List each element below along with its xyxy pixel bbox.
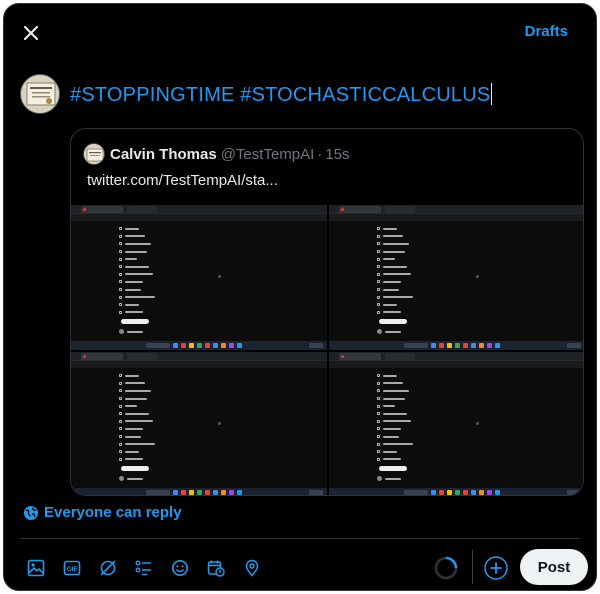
add-post-button[interactable] (482, 554, 510, 582)
quoted-post-text: twitter.com/TestTempAI/sta... (87, 172, 278, 189)
grok-button[interactable] (90, 554, 126, 582)
media-thumbnail[interactable] (329, 352, 583, 495)
quoted-media-grid (71, 205, 583, 495)
plus-icon (484, 556, 508, 580)
reply-setting-label: Everyone can reply (44, 504, 182, 521)
quoted-post[interactable]: Calvin Thomas @TestTempAI · 15s twitter.… (70, 128, 584, 496)
compose-text-value: #STOPPINGTIME #STOCHASTICCALCULUS (70, 84, 491, 106)
location-icon (245, 559, 259, 577)
media-thumbnail[interactable] (329, 205, 583, 350)
svg-text:GIF: GIF (67, 566, 78, 573)
character-count-progress (432, 554, 460, 582)
emoji-button[interactable] (162, 554, 198, 582)
text-caret (491, 83, 493, 105)
gif-icon: GIF (63, 560, 81, 576)
quoted-author-handle: @TestTempAI (220, 145, 315, 163)
poll-icon (135, 560, 151, 576)
media-thumbnail[interactable] (71, 352, 327, 495)
post-button[interactable]: Post (520, 549, 588, 585)
quoted-avatar (83, 143, 105, 165)
media-button[interactable] (18, 554, 54, 582)
schedule-icon (207, 560, 225, 577)
quoted-author-name: Calvin Thomas (110, 145, 217, 163)
close-icon (23, 25, 39, 41)
grok-icon (100, 560, 116, 576)
quoted-separator: · (317, 145, 323, 163)
compose-input[interactable]: #STOPPINGTIME #STOCHASTICCALCULUS (70, 83, 493, 107)
location-button[interactable] (234, 554, 270, 582)
compose-toolbar: GIF (18, 554, 270, 582)
avatar[interactable] (20, 74, 60, 114)
globe-icon (24, 505, 38, 520)
toolbar-separator (472, 550, 473, 584)
toolbar-divider (20, 538, 580, 539)
schedule-button[interactable] (198, 554, 234, 582)
media-thumbnail[interactable] (71, 205, 327, 350)
poll-button[interactable] (126, 554, 162, 582)
gif-button[interactable]: GIF (54, 554, 90, 582)
drafts-button[interactable]: Drafts (525, 23, 568, 40)
close-button[interactable] (16, 18, 46, 48)
emoji-icon (172, 560, 188, 576)
image-icon (27, 559, 45, 577)
compose-modal: Drafts #STOPPINGTIME #STOCHASTICCALCULUS… (3, 3, 597, 591)
quoted-post-header: Calvin Thomas @TestTempAI · 15s (83, 143, 349, 165)
quoted-timestamp: 15s (325, 145, 350, 163)
reply-setting-button[interactable]: Everyone can reply (23, 504, 182, 521)
